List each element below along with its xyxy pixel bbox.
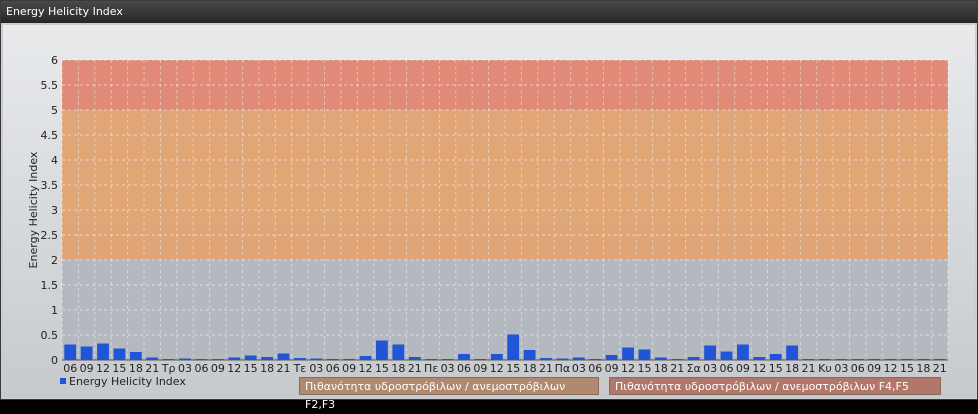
x-tick-label: 03 [441,362,455,375]
x-tick-label: Τρ [161,362,176,375]
x-tick-label: 09 [605,362,619,375]
y-tick-label: 1.5 [41,279,59,292]
chart-svg: 00.511.522.533.544.555.5606 09 12 15 18 21 Τρ 0… [27,54,949,375]
bar [113,348,126,360]
bar [359,356,372,360]
x-tick-label: 03 [572,362,586,375]
x-tick-label: 12 [359,362,373,375]
bar [277,353,290,360]
x-tick-label: 21 [670,362,684,375]
bar [720,351,733,360]
x-tick-label: 12 [96,362,110,375]
legend-series-label: Energy Helicity Index [69,375,186,388]
x-tick-label: Πα [555,362,571,375]
y-tick-label: 5.5 [41,79,59,92]
bar [769,354,782,360]
x-tick-label: 03 [703,362,717,375]
x-tick-label: 18 [391,362,405,375]
x-tick-label: 09 [80,362,94,375]
y-tick-label: 0 [51,354,58,367]
bar [458,354,470,360]
y-tick-label: 2.5 [41,229,59,242]
x-tick-label: 15 [900,362,914,375]
bar [622,347,634,360]
y-tick-label: 4.5 [41,129,59,142]
y-tick-label: 4 [51,154,58,167]
x-tick-label: 15 [244,362,258,375]
bar [737,344,749,360]
y-tick-label: 0.5 [41,329,59,342]
x-tick-label: 15 [769,362,783,375]
bar [80,346,93,360]
x-tick-label: 09 [342,362,356,375]
legend-series-swatch [60,378,66,384]
bar [244,355,257,360]
x-tick-label: 12 [621,362,635,375]
x-tick-label: 09 [867,362,881,375]
x-tick-label: 12 [227,362,241,375]
bar [704,345,716,360]
bar [507,334,520,360]
y-tick-label: 3 [51,204,58,217]
x-tick-label: 06 [326,362,340,375]
bar [392,344,405,360]
x-tick-label: 18 [916,362,930,375]
x-tick-label: 15 [506,362,520,375]
legend-band-f4f5: Πιθανότητα υδροστρόβιλων / ανεμοστρόβιλω… [609,377,941,395]
y-axis-label: Energy Helicity Index [27,151,40,268]
x-tick-label: 21 [933,362,947,375]
x-tick-label: 18 [260,362,274,375]
x-tick-label: 18 [785,362,799,375]
x-tick-label: 15 [637,362,651,375]
x-tick-label: 09 [736,362,750,375]
x-tick-label: 06 [63,362,77,375]
x-tick-label: 21 [277,362,291,375]
y-tick-label: 1 [51,304,58,317]
x-tick-label: 06 [851,362,865,375]
x-tick-label: 03 [309,362,323,375]
legend-series: Energy Helicity Index [60,375,186,389]
x-tick-label: 18 [129,362,143,375]
bar [638,349,651,360]
bar [605,355,618,360]
x-tick-label: 21 [802,362,816,375]
x-tick-label: 12 [490,362,504,375]
x-tick-label: 06 [194,362,208,375]
x-tick-label: 12 [752,362,766,375]
x-tick-label: 18 [654,362,668,375]
bar [376,340,388,360]
y-tick-label: 5 [51,104,58,117]
x-tick-label: Πε [424,362,438,375]
x-tick-label: 15 [112,362,126,375]
x-tick-label: Τε [293,362,307,375]
bar [97,343,109,360]
x-tick-label: 06 [720,362,734,375]
bar [490,354,503,360]
y-tick-label: 6 [51,54,58,67]
y-tick-label: 3.5 [41,179,59,192]
x-tick-label: 21 [408,362,422,375]
bar [129,352,142,360]
x-tick-label: 09 [473,362,487,375]
x-tick-label: Κυ [818,362,832,375]
x-tick-label: 06 [588,362,602,375]
x-tick-label: 03 [178,362,192,375]
x-tick-label: 06 [457,362,471,375]
y-tick-label: 2 [51,254,58,267]
bar [786,345,799,360]
legend-band-f2f3: Πιθανότητα υδροστρόβιλων / ανεμοστρόβιλω… [299,377,599,411]
x-tick-label: 15 [375,362,389,375]
x-tick-label: 21 [145,362,159,375]
x-tick-label: 09 [211,362,225,375]
x-tick-label: 21 [539,362,553,375]
x-tick-label: 03 [834,362,848,375]
x-tick-label: Σα [687,362,701,375]
x-tick-label: 18 [523,362,537,375]
bar [523,350,536,360]
x-tick-label: 12 [884,362,898,375]
bar [64,344,77,360]
